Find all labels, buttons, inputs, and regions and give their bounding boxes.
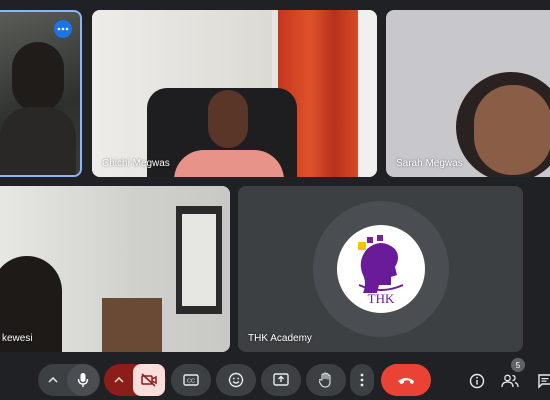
emoji-icon: [228, 372, 244, 388]
people-count-badge: 5: [511, 358, 525, 372]
participant-video: [12, 42, 64, 112]
participant-head: [208, 90, 248, 148]
raise-hand-button[interactable]: [306, 364, 346, 396]
hand-icon: [319, 372, 331, 388]
chevron-up-icon: [48, 377, 58, 383]
camera-options-button[interactable]: [105, 364, 133, 396]
captions-icon: CC: [183, 374, 199, 386]
reactions-button[interactable]: [216, 364, 256, 396]
call-end-icon: [398, 378, 414, 384]
thk-logo-text: THK: [368, 291, 395, 306]
meeting-details-button[interactable]: [466, 370, 488, 392]
more-options-button[interactable]: [54, 20, 72, 38]
thk-logo: THK: [358, 235, 404, 306]
participant-tile-chichi[interactable]: Chichi Megwas: [92, 10, 377, 177]
participant-body: [174, 150, 284, 177]
mic-control: [38, 364, 100, 396]
mic-icon: [77, 373, 89, 387]
more-vert-icon: [360, 373, 364, 387]
present-button[interactable]: [261, 364, 301, 396]
people-button[interactable]: [499, 370, 521, 392]
participant-tile-self[interactable]: [0, 10, 82, 177]
window-frame: [358, 10, 377, 177]
avatar: THK: [337, 225, 425, 313]
chevron-up-icon: [114, 377, 124, 383]
more-options-icon: [57, 27, 69, 31]
chat-button[interactable]: [534, 370, 550, 392]
people-icon: [501, 374, 519, 388]
participant-face: [474, 85, 550, 175]
svg-text:CC: CC: [187, 379, 195, 385]
participant-tile-kewesi[interactable]: kewesi: [0, 186, 230, 352]
info-icon: [469, 373, 485, 389]
mic-button[interactable]: [67, 364, 99, 396]
participant-name: Sarah Megwas: [396, 158, 463, 169]
participant-name: THK Academy: [248, 333, 312, 344]
participant-name: kewesi: [2, 333, 33, 344]
more-options-toolbar-button[interactable]: [350, 364, 374, 396]
mic-options-button[interactable]: [39, 364, 67, 396]
participant-name: Chichi Megwas: [102, 158, 170, 169]
chat-icon: [538, 374, 550, 389]
participant-video-shoulders: [0, 107, 76, 175]
participant-tile-sarah[interactable]: Sarah Megwas: [386, 10, 550, 177]
shelf: [102, 298, 162, 352]
camera-button[interactable]: [133, 364, 165, 396]
captions-button[interactable]: CC: [171, 364, 211, 396]
camera-off-icon: [141, 373, 157, 387]
leave-call-button[interactable]: [381, 364, 431, 396]
mirror: [182, 214, 216, 306]
participant-tile-thk[interactable]: THK THK Academy: [238, 186, 523, 352]
camera-control: [104, 364, 166, 396]
present-icon: [273, 373, 289, 386]
